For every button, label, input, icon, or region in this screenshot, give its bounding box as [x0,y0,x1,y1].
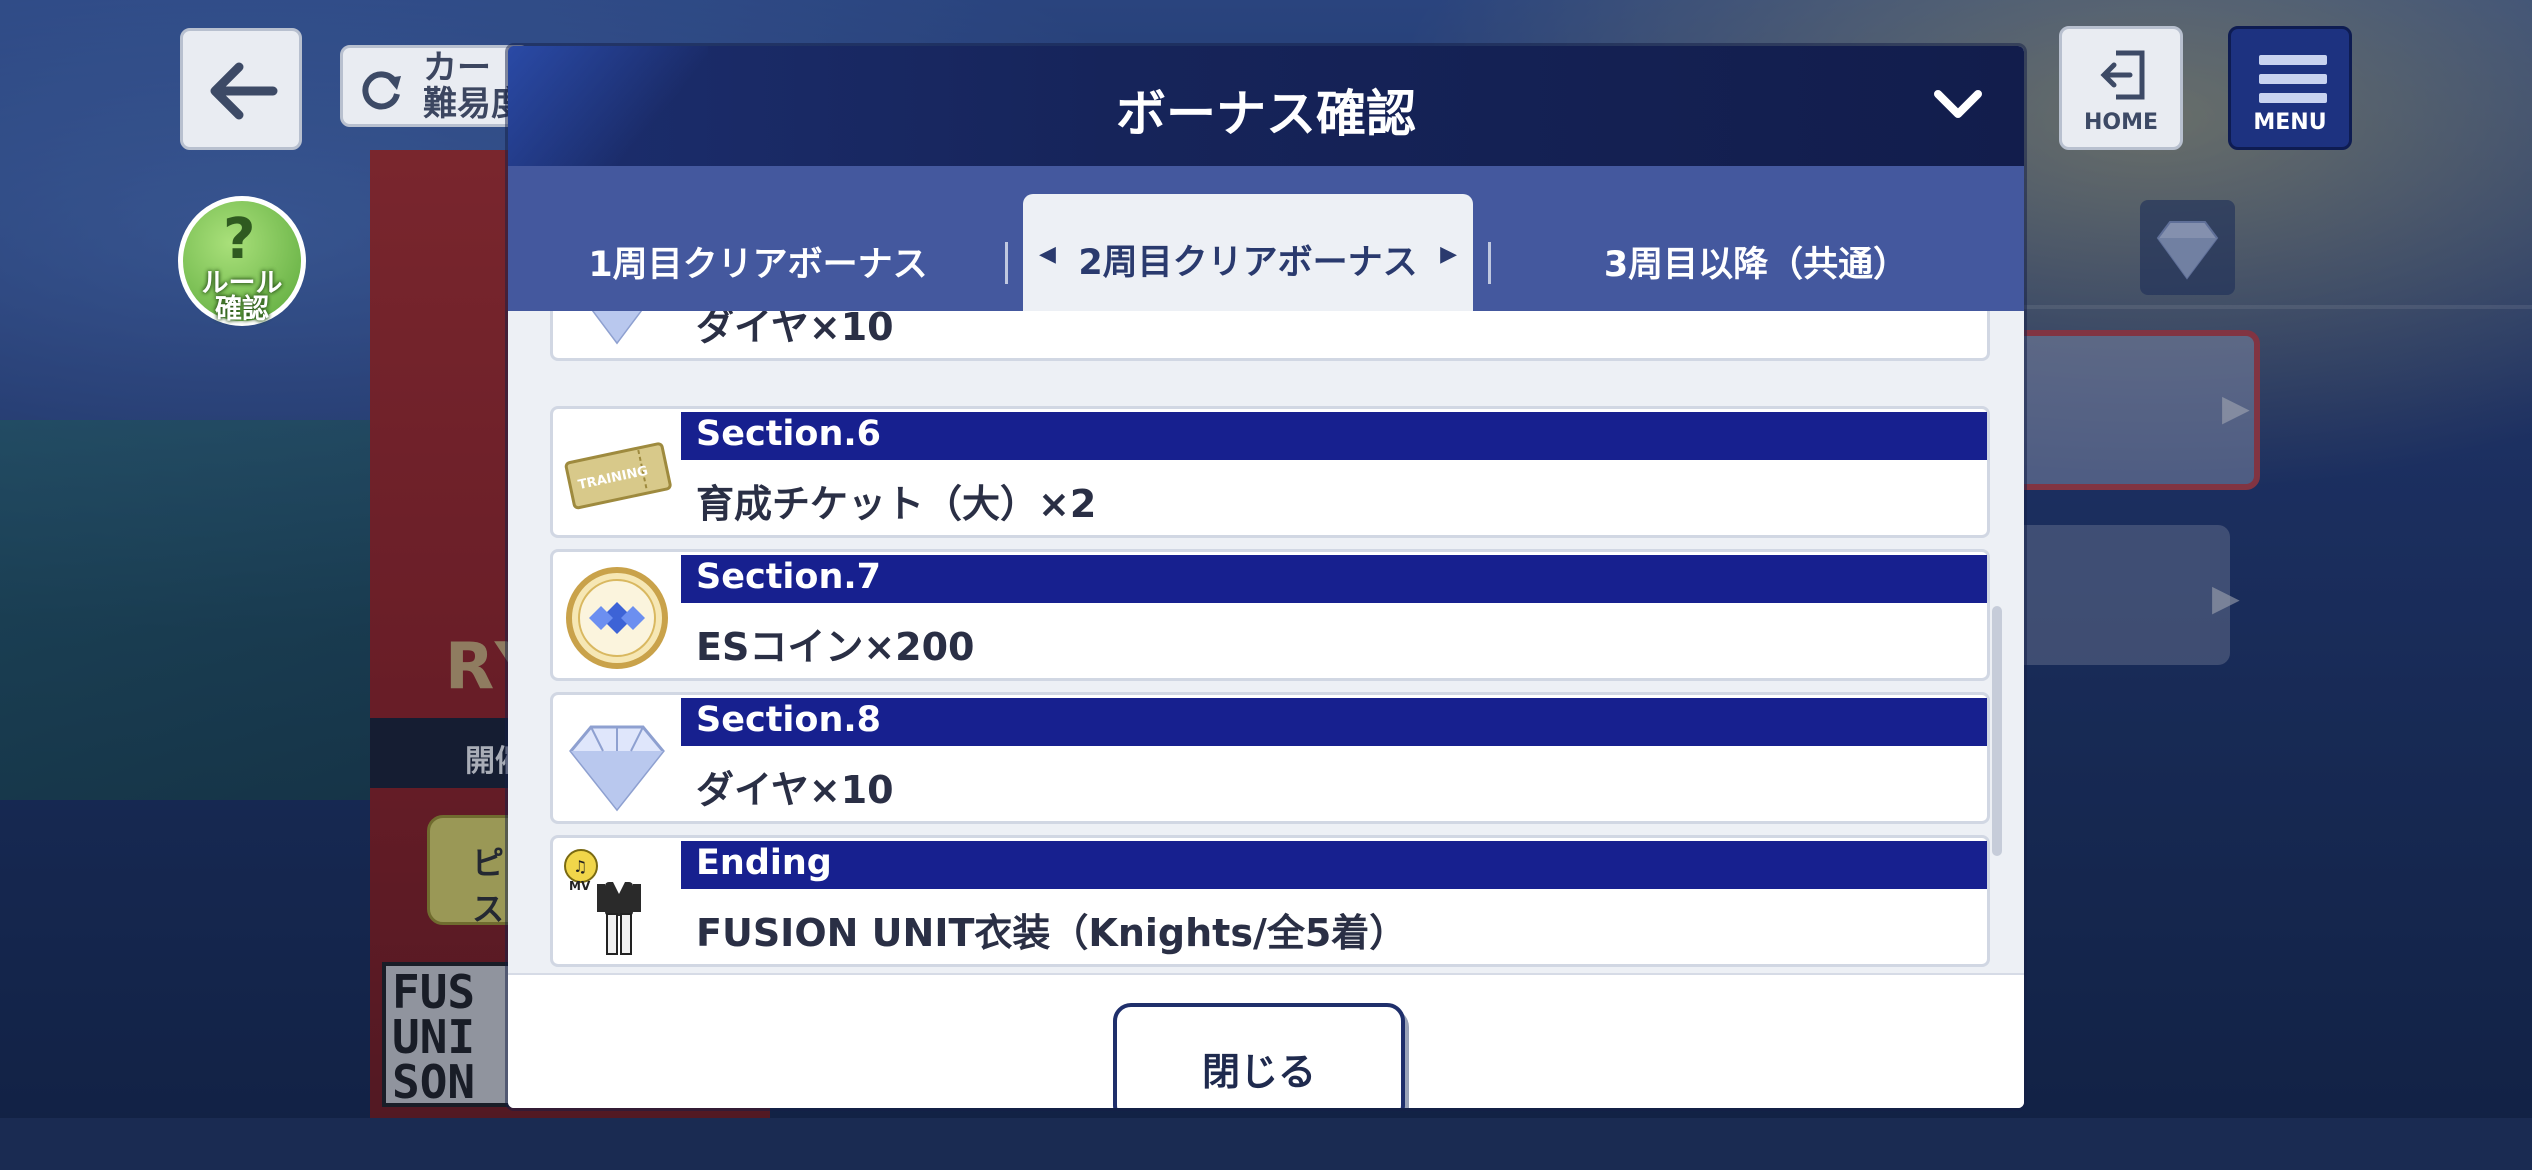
rule-check-label: ルール 確認 [201,268,283,325]
dialog-footer: 閉じる [508,973,2024,1108]
arrow-left-icon [210,62,278,120]
tab-third-lap-onward[interactable]: 3周目以降（共通） [1488,210,2024,311]
diamond-icon [569,725,665,812]
list-item: Section.8 ダイヤ×10 [550,692,1990,824]
reward-text: ダイヤ×10 [696,311,894,349]
card-difficulty-button[interactable]: カー 難易度 [340,45,530,127]
dialog-header: ボーナス確認 [508,46,2024,166]
tab-divider [1005,242,1008,284]
list-item: ダイヤ×10 [550,311,1990,361]
reward-text: 育成チケット（大）×2 [696,482,1097,526]
tab-next-arrow-icon[interactable]: ▶ [1440,242,1457,267]
rule-check-button[interactable]: ? ルール 確認 [178,196,306,326]
section-label: Ending [681,841,1987,889]
reward-text: ESコイン×200 [696,625,975,669]
diamond-icon [591,311,643,345]
tab-first-lap[interactable]: 1周目クリアボーナス [508,210,1008,311]
list-scrollbar[interactable] [1992,606,2002,856]
svg-text:♫: ♫ [573,857,587,876]
reward-text: FUSION UNIT衣装（Knights/全5着） [696,911,1408,955]
home-label: HOME [2083,110,2159,135]
section-label: Section.8 [681,698,1987,746]
costume-mv-icon: ♫ MV [564,849,641,955]
refresh-icon [362,71,401,110]
bonus-tabs: 1周目クリアボーナス ◀ 2周目クリアボーナス ▶ 3周目以降（共通） [508,166,2024,311]
hamburger-icon [2259,55,2327,112]
menu-button[interactable]: MENU [2228,26,2352,150]
tab-second-lap[interactable]: ◀ 2周目クリアボーナス ▶ [1023,194,1473,311]
tab-prev-arrow-icon[interactable]: ◀ [1039,242,1056,267]
section-label: Section.6 [681,412,1987,460]
menu-label: MENU [2253,110,2327,135]
home-button[interactable]: HOME [2059,26,2183,150]
exit-icon [2100,50,2145,100]
question-icon: ? [223,207,256,272]
section-label: Section.7 [681,555,1987,603]
svg-text:MV: MV [569,879,591,893]
list-item: Section.7 ESコイン×200 [550,549,1990,681]
chevron-down-icon[interactable] [1932,86,1984,122]
list-item: ♫ MV Ending FUSION UNIT衣装（Knights/全5着） [550,835,1990,967]
reward-text: ダイヤ×10 [696,768,894,812]
es-coin-icon [566,567,668,669]
bonus-list[interactable]: ダイヤ×10 TRAINING Section.6 育成チケット（大）×2 Se… [508,311,2024,973]
bonus-confirm-dialog: ボーナス確認 1周目クリアボーナス ◀ 2周目クリアボーナス ▶ 3周目以降（共… [508,46,2024,1108]
list-item: TRAINING Section.6 育成チケット（大）×2 [550,406,1990,538]
close-button[interactable]: 閉じる [1113,1003,1405,1108]
training-ticket-icon: TRAINING [564,442,672,510]
tab-second-lap-label: 2周目クリアボーナス [1078,243,1418,283]
back-button[interactable] [180,28,302,150]
dialog-title: ボーナス確認 [1116,85,1416,143]
bottom-strip [0,1118,2532,1170]
